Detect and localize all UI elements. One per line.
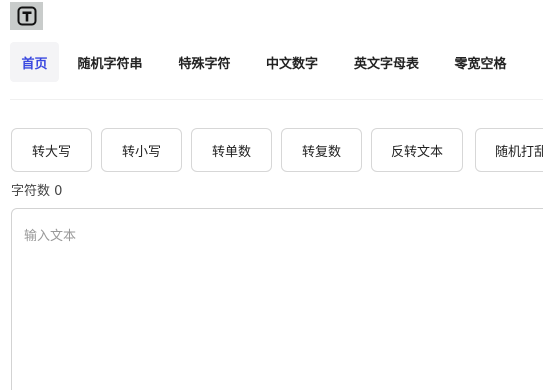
- top-nav: 首页 随机字符串 特殊字符 中文数字 英文字母表 零宽空格: [10, 42, 524, 82]
- nav-item-english-alphabet[interactable]: 英文字母表: [336, 42, 437, 82]
- to-plural-button[interactable]: 转复数: [281, 128, 362, 172]
- nav-item-random-string[interactable]: 随机字符串: [59, 42, 161, 82]
- reverse-text-button[interactable]: 反转文本: [371, 128, 463, 172]
- character-count-label: 字符数: [11, 184, 51, 199]
- character-count-value: 0: [54, 184, 63, 199]
- nav-item-special-characters[interactable]: 特殊字符: [161, 42, 248, 82]
- text-input[interactable]: [11, 208, 543, 390]
- character-count: 字符数 0: [11, 180, 62, 199]
- to-lowercase-button[interactable]: 转小写: [101, 128, 182, 172]
- text-T-icon: [17, 6, 36, 26]
- to-uppercase-button[interactable]: 转大写: [11, 128, 92, 172]
- page: 首页 随机字符串 特殊字符 中文数字 英文字母表 零宽空格 转大写 转小写 转单…: [0, 0, 543, 390]
- nav-item-chinese-numbers[interactable]: 中文数字: [248, 42, 336, 82]
- nav-item-zero-width-space[interactable]: 零宽空格: [437, 42, 524, 82]
- nav-item-home[interactable]: 首页: [10, 42, 59, 82]
- nav-divider: [10, 99, 543, 100]
- logo[interactable]: [10, 2, 43, 30]
- to-singular-button[interactable]: 转单数: [191, 128, 272, 172]
- shuffle-button[interactable]: 随机打乱: [475, 128, 543, 172]
